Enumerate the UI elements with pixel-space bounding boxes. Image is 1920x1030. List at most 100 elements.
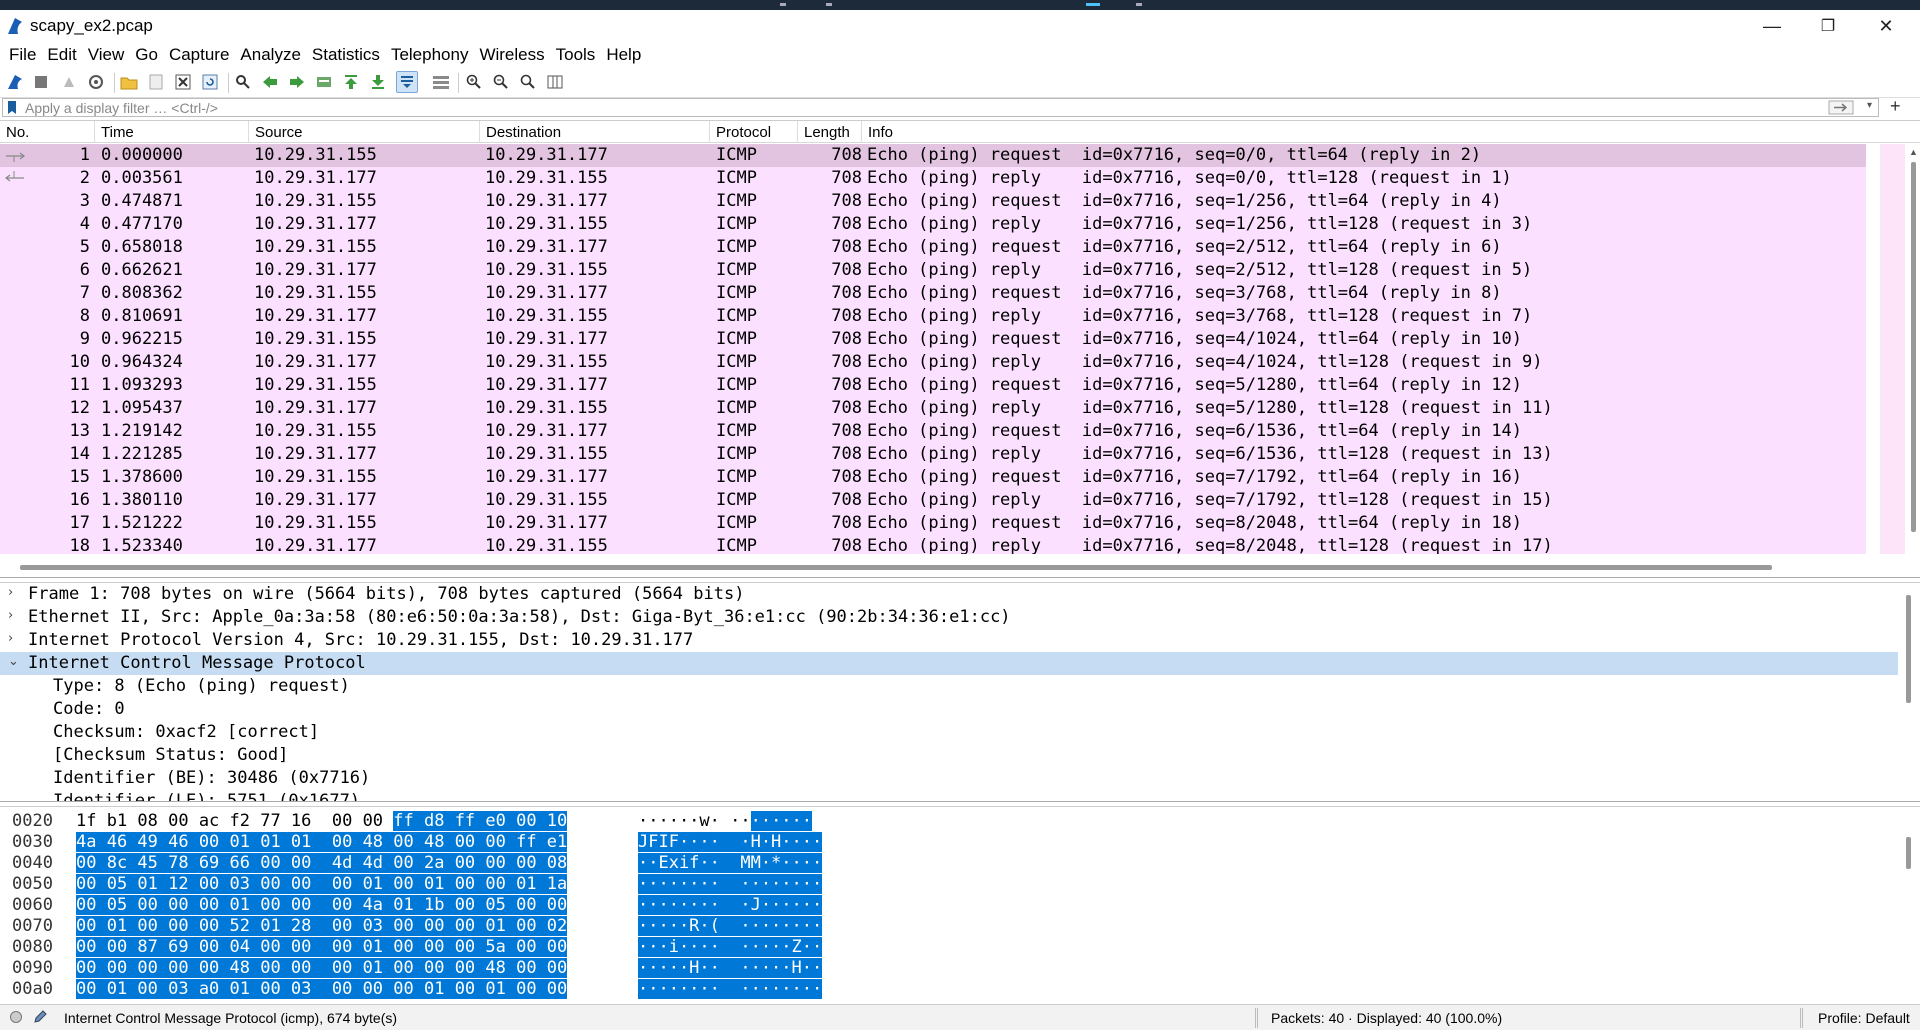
edit-comment-icon[interactable] <box>32 1009 48 1025</box>
expand-arrow-icon[interactable]: › <box>8 631 13 646</box>
display-filter-input[interactable]: Apply a display filter … <Ctrl-/> ▾ <box>2 98 1879 117</box>
apply-filter-arrow-icon[interactable] <box>1828 100 1854 115</box>
packet-list-scrollbar[interactable]: ▲ <box>1880 144 1920 554</box>
resize-columns-icon[interactable] <box>544 71 566 93</box>
col-protocol[interactable]: Protocol <box>716 124 771 141</box>
find-packet-icon[interactable] <box>232 71 254 93</box>
hex-line[interactable]: 0090 00 00 00 00 00 48 00 00 00 01 00 00 … <box>0 958 1900 979</box>
colorize-icon[interactable] <box>430 71 452 93</box>
packet-row[interactable]: 5 0.658018 10.29.31.155 10.29.31.177 ICMP 708… <box>0 236 1866 259</box>
stop-icon[interactable] <box>30 71 52 93</box>
packet-row[interactable]: 3 0.474871 10.29.31.155 10.29.31.177 ICMP 708… <box>0 190 1866 213</box>
hex-line[interactable]: 0060 00 05 00 00 00 01 00 00 00 4a 01 1b … <box>0 895 1900 916</box>
packet-list-hscrollbar[interactable] <box>0 559 1920 577</box>
hex-line[interactable]: 0020 1f b1 08 00 ac f2 77 16 00 00 ff d8 … <box>0 811 1900 832</box>
ascii-bytes-selected: ········ ········ <box>638 979 823 999</box>
col-destination[interactable]: Destination <box>486 124 561 141</box>
detail-tree-field[interactable]: Type: 8 (Echo (ping) request) <box>0 675 1898 698</box>
detail-tree-node[interactable]: › Ethernet II, Src: Apple_0a:3a:58 (80:e6… <box>0 606 1898 629</box>
details-scrollbar[interactable] <box>1898 583 1920 801</box>
reload-icon[interactable] <box>199 71 221 93</box>
packet-row[interactable]: 4 0.477170 10.29.31.177 10.29.31.155 ICMP 708… <box>0 213 1866 236</box>
menu-analyze[interactable]: Analyze <box>235 45 305 65</box>
packet-length: 708 <box>831 536 862 554</box>
detail-tree-node[interactable]: › Internet Protocol Version 4, Src: 10.29… <box>0 629 1898 652</box>
menu-edit[interactable]: Edit <box>42 45 81 65</box>
packet-time: 1.378600 <box>101 467 183 487</box>
packet-row[interactable]: 15 1.378600 10.29.31.155 10.29.31.177 ICMP 70… <box>0 466 1866 489</box>
menu-view[interactable]: View <box>83 45 130 65</box>
packet-row[interactable]: 1 0.000000 10.29.31.155 10.29.31.177 ICMP 708… <box>0 144 1866 167</box>
restart-icon[interactable] <box>58 71 80 93</box>
detail-tree-field[interactable]: Identifier (LE): 5751 (0x1677) <box>0 790 1898 801</box>
menu-go[interactable]: Go <box>130 45 163 65</box>
menu-help[interactable]: Help <box>601 45 646 65</box>
col-source[interactable]: Source <box>255 124 303 141</box>
minimize-button[interactable]: — <box>1744 12 1800 40</box>
hex-line[interactable]: 0030 4a 46 49 46 00 01 01 01 00 48 00 48 … <box>0 832 1900 853</box>
close-button[interactable]: ✕ <box>1858 12 1914 40</box>
menu-tools[interactable]: Tools <box>551 45 601 65</box>
packet-row[interactable]: 17 1.521222 10.29.31.155 10.29.31.177 ICMP 70… <box>0 512 1866 535</box>
restore-button[interactable]: ❐ <box>1800 12 1856 40</box>
packet-row[interactable]: 13 1.219142 10.29.31.155 10.29.31.177 ICMP 70… <box>0 420 1866 443</box>
autoscroll-icon[interactable] <box>396 71 418 93</box>
packet-row[interactable]: 10 0.964324 10.29.31.177 10.29.31.155 ICMP 70… <box>0 351 1866 374</box>
detail-tree-field[interactable]: Identifier (BE): 30486 (0x7716) <box>0 767 1898 790</box>
zoom-in-icon[interactable] <box>463 71 485 93</box>
add-filter-button[interactable]: + <box>1890 96 1901 117</box>
packet-row[interactable]: 2 0.003561 10.29.31.177 10.29.31.155 ICMP 708… <box>0 167 1866 190</box>
status-profile[interactable]: Profile: Default <box>1818 1010 1910 1026</box>
normal-size-icon[interactable] <box>517 71 539 93</box>
collapse-arrow-icon[interactable]: ⌄ <box>8 654 19 669</box>
packet-row[interactable]: 18 1.523340 10.29.31.177 10.29.31.155 ICMP 70… <box>0 535 1866 554</box>
go-forward-icon[interactable] <box>286 71 308 93</box>
open-file-icon[interactable] <box>118 71 140 93</box>
zoom-out-icon[interactable] <box>490 71 512 93</box>
bookmark-icon[interactable] <box>7 101 17 114</box>
menu-statistics[interactable]: Statistics <box>307 45 385 65</box>
hex-line[interactable]: 00a0 00 01 00 03 a0 01 00 03 00 00 00 01 … <box>0 979 1900 1000</box>
hex-line[interactable]: 0080 00 00 87 69 00 04 00 00 00 01 00 00 … <box>0 937 1900 958</box>
menu-telephony[interactable]: Telephony <box>386 45 474 65</box>
menu-file[interactable]: File <box>4 45 41 65</box>
packet-row[interactable]: 6 0.662621 10.29.31.177 10.29.31.155 ICMP 708… <box>0 259 1866 282</box>
go-last-icon[interactable] <box>367 71 389 93</box>
packet-row[interactable]: 9 0.962215 10.29.31.155 10.29.31.177 ICMP 708… <box>0 328 1866 351</box>
expand-arrow-icon[interactable]: › <box>8 585 13 600</box>
packet-row[interactable]: 11 1.093293 10.29.31.155 10.29.31.177 ICMP 70… <box>0 374 1866 397</box>
bytes-scrollbar[interactable] <box>1898 807 1920 1002</box>
col-length[interactable]: Length <box>804 124 850 141</box>
packet-info: Echo (ping) request id=0x7716, seq=7/179… <box>867 467 1523 487</box>
col-info[interactable]: Info <box>868 124 893 141</box>
col-time[interactable]: Time <box>101 124 134 141</box>
go-first-icon[interactable] <box>340 71 362 93</box>
capture-options-icon[interactable] <box>85 71 107 93</box>
hex-bytes-selected: 00 05 00 00 00 01 00 00 00 4a 01 1b 00 0… <box>76 895 568 915</box>
menu-wireless[interactable]: Wireless <box>474 45 549 65</box>
close-file-icon[interactable] <box>172 71 194 93</box>
hex-line[interactable]: 0070 00 01 00 00 00 52 01 28 00 03 00 00 … <box>0 916 1900 937</box>
packet-row[interactable]: 7 0.808362 10.29.31.155 10.29.31.177 ICMP 708… <box>0 282 1866 305</box>
go-to-packet-icon[interactable] <box>313 71 335 93</box>
detail-tree-field[interactable]: Checksum: 0xacf2 [correct] <box>0 721 1898 744</box>
packet-row[interactable]: 8 0.810691 10.29.31.177 10.29.31.155 ICMP 708… <box>0 305 1866 328</box>
packet-row[interactable]: 12 1.095437 10.29.31.177 10.29.31.155 ICMP 70… <box>0 397 1866 420</box>
hex-line[interactable]: 0050 00 05 01 12 00 03 00 00 00 01 00 01 … <box>0 874 1900 895</box>
expand-arrow-icon[interactable]: › <box>8 608 13 623</box>
packet-source: 10.29.31.155 <box>254 145 377 165</box>
go-back-icon[interactable] <box>259 71 281 93</box>
expert-info-icon[interactable] <box>10 1011 22 1023</box>
packet-row[interactable]: 16 1.380110 10.29.31.177 10.29.31.155 ICMP 70… <box>0 489 1866 512</box>
filter-dropdown-icon[interactable]: ▾ <box>1867 100 1872 111</box>
detail-tree-field[interactable]: [Checksum Status: Good] <box>0 744 1898 767</box>
packet-row[interactable]: 14 1.221285 10.29.31.177 10.29.31.155 ICMP 70… <box>0 443 1866 466</box>
detail-tree-node[interactable]: › Frame 1: 708 bytes on wire (5664 bits),… <box>0 583 1898 606</box>
hex-line[interactable]: 0040 00 8c 45 78 69 66 00 00 4d 4d 00 2a … <box>0 853 1900 874</box>
col-no[interactable]: No. <box>6 124 29 141</box>
detail-tree-field[interactable]: Code: 0 <box>0 698 1898 721</box>
menu-capture[interactable]: Capture <box>164 45 234 65</box>
detail-tree-node[interactable]: ⌄ Internet Control Message Protocol <box>0 652 1898 675</box>
shark-fin-start-icon[interactable] <box>4 71 26 93</box>
save-file-icon[interactable] <box>145 71 167 93</box>
